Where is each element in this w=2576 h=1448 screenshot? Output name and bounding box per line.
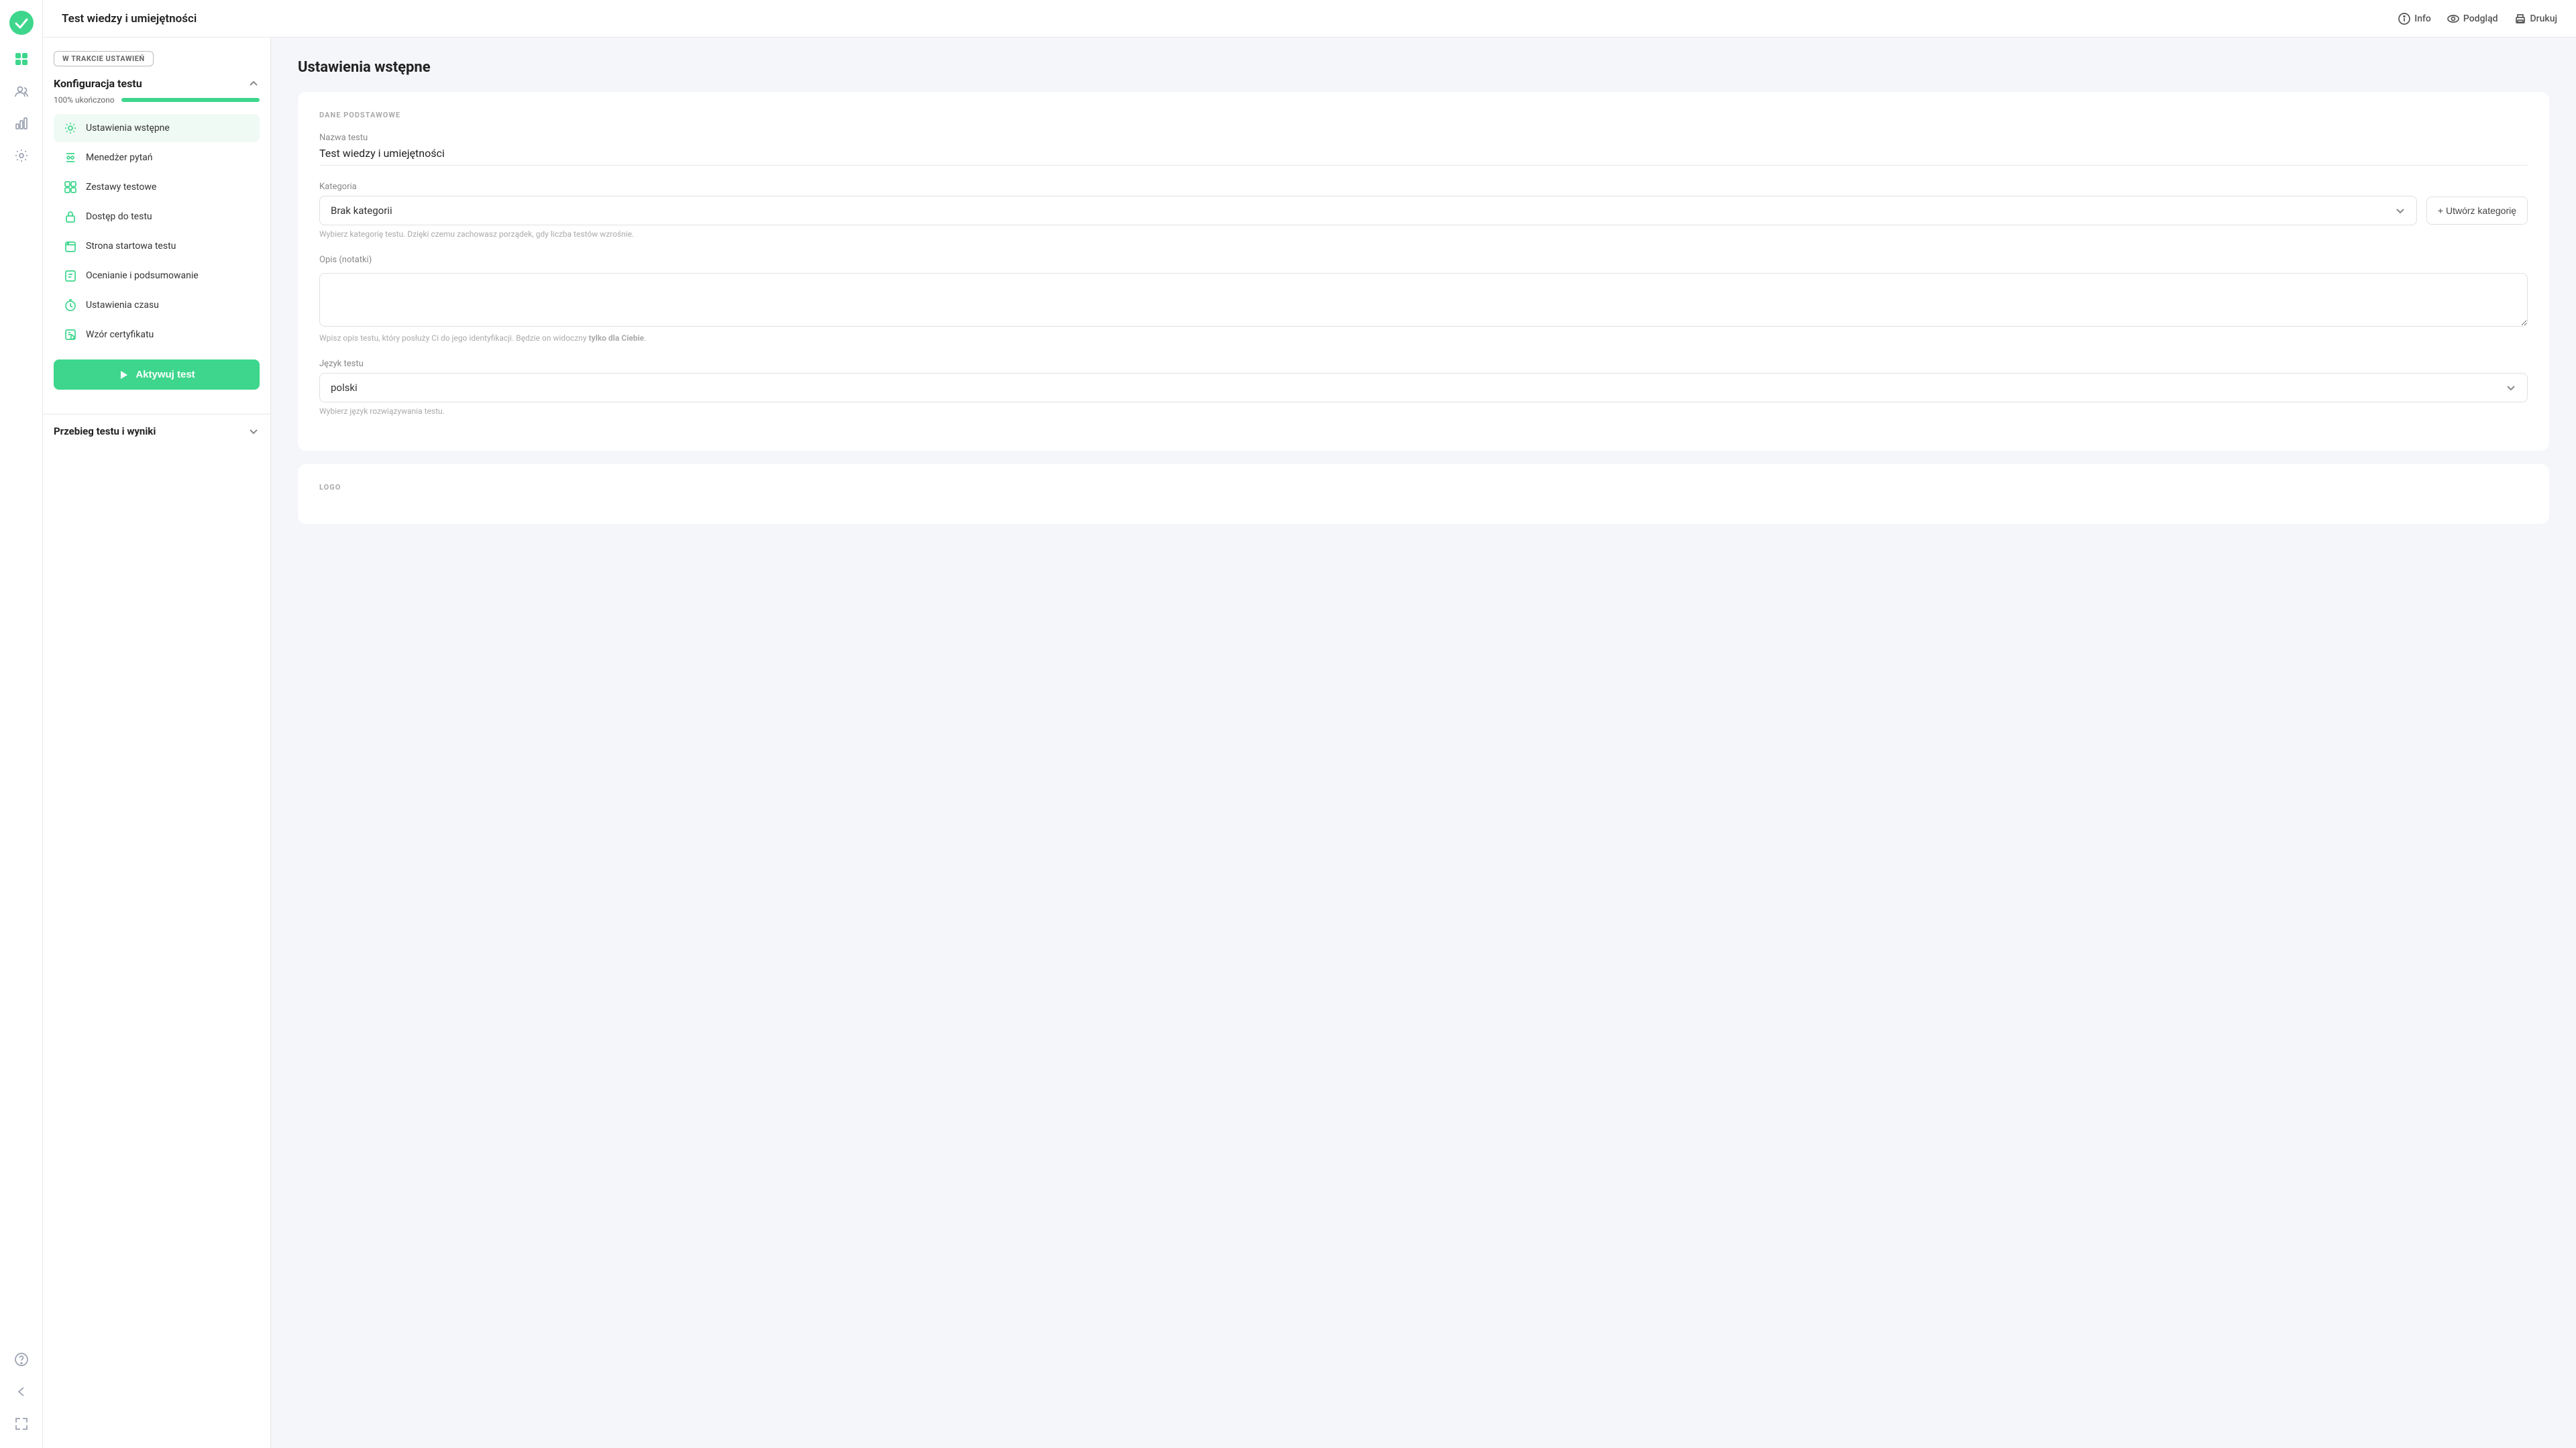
nav-items-list: Ustawienia wstępne Menedżer pytań — [54, 114, 260, 349]
nav-icon-gear[interactable] — [8, 142, 35, 169]
language-field-group: Język testu polski Wybierz język rozwiąz… — [319, 359, 2528, 416]
nav-bar — [0, 0, 43, 1448]
print-button[interactable]: Drukuj — [2514, 13, 2557, 25]
print-label: Drukuj — [2530, 13, 2557, 24]
testsets-icon — [63, 180, 78, 194]
category-label: Kategoria — [319, 182, 2528, 192]
category-select[interactable]: Brak kategorii — [319, 196, 2417, 225]
app-container: Test wiedzy i umiejętności Info Podgląd — [43, 0, 2576, 1448]
notes-hint: Wpisz opis testu, który posłuży Ci do je… — [319, 333, 2528, 343]
activate-btn-label: Aktywuj test — [136, 369, 195, 380]
language-chevron-icon — [2506, 382, 2516, 393]
language-hint: Wybierz język rozwiązywania testu. — [319, 406, 2528, 416]
create-category-button[interactable]: + Utwórz kategorię — [2426, 197, 2528, 225]
nav-icon-expand[interactable] — [8, 1410, 35, 1437]
create-category-label: + Utwórz kategorię — [2438, 205, 2516, 216]
content-area: W TRAKCIE USTAWIEŃ Konfiguracja testu 10… — [43, 38, 2576, 1448]
notes-textarea[interactable] — [319, 273, 2528, 327]
card-dane-podstawowe: DANE PODSTAWOWE Nazwa testu Test wiedzy … — [298, 92, 2549, 451]
nav-item-dostep-do-testu[interactable]: Dostęp do testu — [54, 203, 260, 231]
category-field-group: Kategoria Brak kategorii + Utwórz katego… — [319, 182, 2528, 239]
results-section-title: Przebieg testu i wyniki — [54, 425, 156, 437]
app-logo[interactable] — [9, 11, 34, 35]
page-title: Test wiedzy i umiejętności — [62, 12, 197, 25]
logo-section-label: LOGO — [319, 483, 2528, 492]
notes-hint-suffix: . — [644, 333, 646, 343]
preview-button[interactable]: Podgląd — [2447, 13, 2498, 25]
nav-item-label-menedzer-pytan: Menedżer pytań — [86, 152, 153, 163]
notes-hint-bold: tylko dla Ciebie — [588, 333, 644, 343]
nav-item-label-ustawienia-czasu: Ustawienia czasu — [86, 300, 159, 311]
card-logo: LOGO — [298, 464, 2549, 524]
name-field-group: Nazwa testu Test wiedzy i umiejętności — [319, 133, 2528, 166]
notes-hint-prefix: Wpisz opis testu, który posłuży Ci do je… — [319, 333, 588, 343]
language-label: Język testu — [319, 359, 2528, 369]
main-page-title: Ustawienia wstępne — [298, 59, 2549, 76]
header-actions: Info Podgląd Drukuj — [2398, 13, 2557, 25]
expand-results-icon[interactable] — [248, 425, 260, 437]
nav-item-zestawy-testowe[interactable]: Zestawy testowe — [54, 173, 260, 201]
progress-text: 100% ukończono — [54, 95, 115, 105]
certificate-icon — [63, 327, 78, 342]
nav-item-label-strona-startowa-testu: Strona startowa testu — [86, 241, 176, 252]
eye-icon — [2447, 13, 2459, 25]
nav-item-strona-startowa-testu[interactable]: Strona startowa testu — [54, 232, 260, 260]
nav-item-ustawienia-wstepne[interactable]: Ustawienia wstępne — [54, 114, 260, 142]
sidebar-inner: W TRAKCIE USTAWIEŃ Konfiguracja testu 10… — [43, 38, 270, 403]
play-icon — [118, 370, 129, 380]
settings-icon — [63, 121, 78, 135]
nav-item-menedzer-pytan[interactable]: Menedżer pytań — [54, 144, 260, 172]
config-section-title: Konfiguracja testu — [54, 77, 142, 90]
nav-item-wzor-certyfikatu[interactable]: Wzór certyfikatu — [54, 321, 260, 349]
preview-label: Podgląd — [2463, 13, 2498, 24]
name-field-value: Test wiedzy i umiejętności — [319, 147, 2528, 166]
name-field-label: Nazwa testu — [319, 133, 2528, 143]
info-icon — [2398, 13, 2410, 25]
print-icon — [2514, 13, 2526, 25]
nav-item-ocenianie-i-podsumowanie[interactable]: Ocenianie i podsumowanie — [54, 262, 260, 290]
time-icon — [63, 298, 78, 313]
top-header: Test wiedzy i umiejętności Info Podgląd — [43, 0, 2576, 38]
status-badge: W TRAKCIE USTAWIEŃ — [54, 51, 154, 66]
notes-field-group: Opis (notatki) Wpisz opis testu, który p… — [319, 255, 2528, 343]
nav-item-label-ustawienia-wstepne: Ustawienia wstępne — [86, 123, 170, 133]
collapse-config-icon[interactable] — [248, 78, 260, 90]
nav-bottom — [8, 1346, 35, 1437]
progress-bar — [121, 98, 260, 102]
progress-row: 100% ukończono — [54, 95, 260, 105]
language-select[interactable]: polski — [319, 373, 2528, 402]
language-value: polski — [331, 382, 358, 394]
nav-icon-help[interactable] — [8, 1346, 35, 1373]
info-button[interactable]: Info — [2398, 13, 2431, 25]
activate-btn[interactable]: Aktywuj test — [54, 359, 260, 390]
sidebar: W TRAKCIE USTAWIEŃ Konfiguracja testu 10… — [43, 38, 271, 1448]
category-row: Brak kategorii + Utwórz kategorię — [319, 196, 2528, 225]
startpage-icon — [63, 239, 78, 254]
chevron-down-icon — [2395, 205, 2406, 216]
main-content: Ustawienia wstępne DANE PODSTAWOWE Nazwa… — [271, 38, 2576, 1448]
results-section-header: Przebieg testu i wyniki — [43, 425, 270, 445]
config-section-header: Konfiguracja testu — [54, 77, 260, 90]
access-icon — [63, 209, 78, 224]
grading-icon — [63, 268, 78, 283]
nav-item-label-zestawy-testowe: Zestawy testowe — [86, 182, 156, 192]
nav-icon-grid[interactable] — [8, 46, 35, 72]
nav-item-label-ocenianie-i-podsumowanie: Ocenianie i podsumowanie — [86, 270, 199, 281]
nav-item-label-dostep-do-testu: Dostęp do testu — [86, 211, 152, 222]
card-section-label: DANE PODSTAWOWE — [319, 111, 2528, 119]
nav-item-label-wzor-certyfikatu: Wzór certyfikatu — [86, 329, 154, 340]
questions-icon — [63, 150, 78, 165]
category-select-value: Brak kategorii — [331, 205, 392, 217]
info-label: Info — [2414, 13, 2431, 24]
nav-item-ustawienia-czasu[interactable]: Ustawienia czasu — [54, 291, 260, 319]
notes-label: Opis (notatki) — [319, 255, 2528, 265]
nav-icon-back[interactable] — [8, 1378, 35, 1405]
nav-icon-chart[interactable] — [8, 110, 35, 137]
category-hint: Wybierz kategorię testu. Dzięki czemu za… — [319, 229, 2528, 239]
nav-icon-users[interactable] — [8, 78, 35, 105]
progress-fill — [121, 98, 260, 102]
